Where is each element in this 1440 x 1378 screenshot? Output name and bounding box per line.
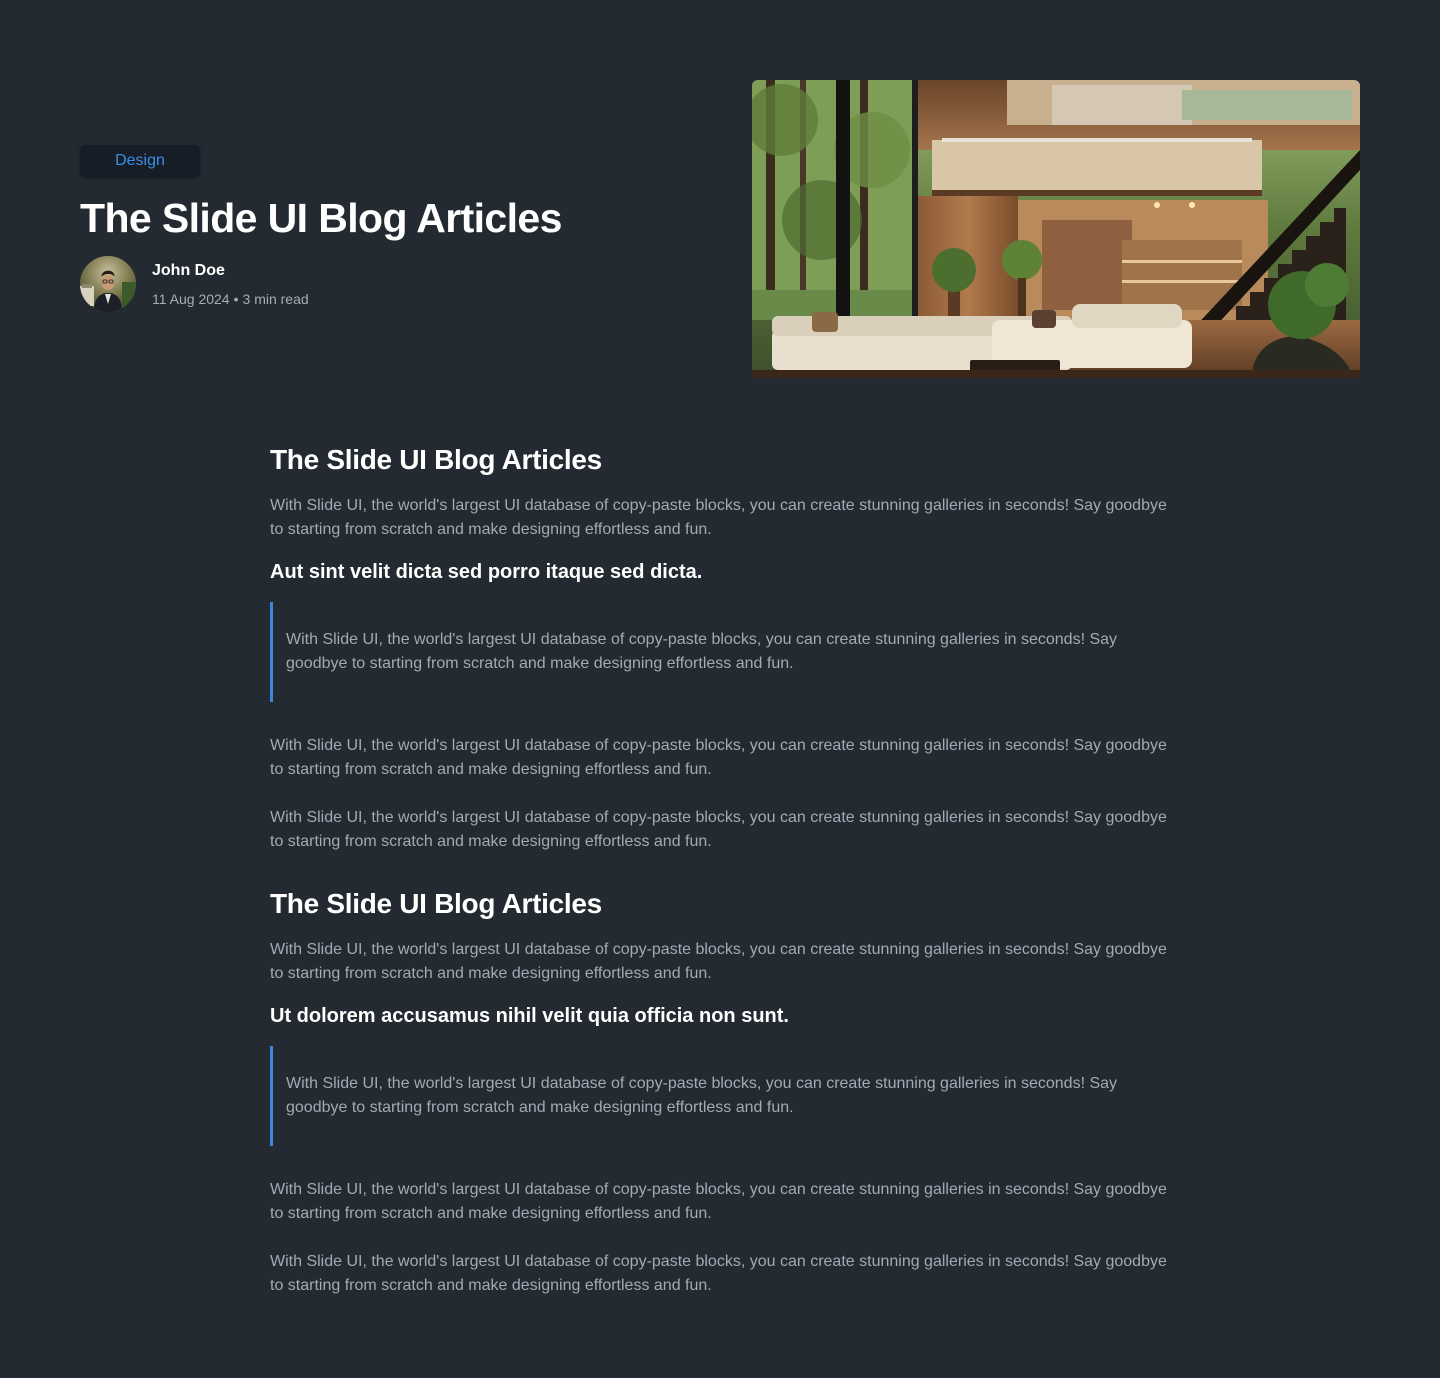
article-paragraph: With Slide UI, the world's largest UI da… <box>270 1181 1167 1222</box>
page-title: The Slide UI Blog Articles <box>80 195 562 241</box>
article-paragraph: With Slide UI, the world's largest UI da… <box>270 737 1167 778</box>
author-info: John Doe 11 Aug 2024 • 3 min read <box>80 256 480 314</box>
article-paragraph: With Slide UI, the world's largest UI da… <box>270 809 1167 850</box>
blockquote-text: With Slide UI, the world's largest UI da… <box>286 631 1118 672</box>
avatar[interactable] <box>80 256 136 312</box>
blockquote: With Slide UI, the world's largest UI da… <box>270 1046 1170 1146</box>
avatar-image <box>80 256 136 312</box>
section-subheading: Ut dolorem accusamus nihil velit quia of… <box>270 1005 789 1027</box>
post-meta: 11 Aug 2024 • 3 min read <box>152 291 309 307</box>
publish-date: 11 Aug 2024 <box>152 291 230 307</box>
section-heading: The Slide UI Blog Articles <box>270 444 602 475</box>
read-time: 3 min read <box>242 291 309 307</box>
section-intro: With Slide UI, the world's largest UI da… <box>270 941 1167 982</box>
blog-article-page: Design The Slide UI Blog Articles John D… <box>0 0 1440 1378</box>
author-name[interactable]: John Doe <box>152 262 225 280</box>
section-subheading: Aut sint velit dicta sed porro itaque se… <box>270 561 703 583</box>
hero-image <box>752 80 1360 378</box>
blockquote: With Slide UI, the world's largest UI da… <box>270 602 1170 702</box>
section-intro: With Slide UI, the world's largest UI da… <box>270 497 1167 538</box>
interior-illustration <box>752 80 1360 378</box>
article-hero: Design The Slide UI Blog Articles John D… <box>0 0 1440 400</box>
section-heading: The Slide UI Blog Articles <box>270 888 602 919</box>
meta-separator: • <box>233 291 239 307</box>
blockquote-text: With Slide UI, the world's largest UI da… <box>286 1075 1118 1116</box>
article-paragraph: With Slide UI, the world's largest UI da… <box>270 1253 1167 1294</box>
category-badge[interactable]: Design <box>80 145 200 177</box>
